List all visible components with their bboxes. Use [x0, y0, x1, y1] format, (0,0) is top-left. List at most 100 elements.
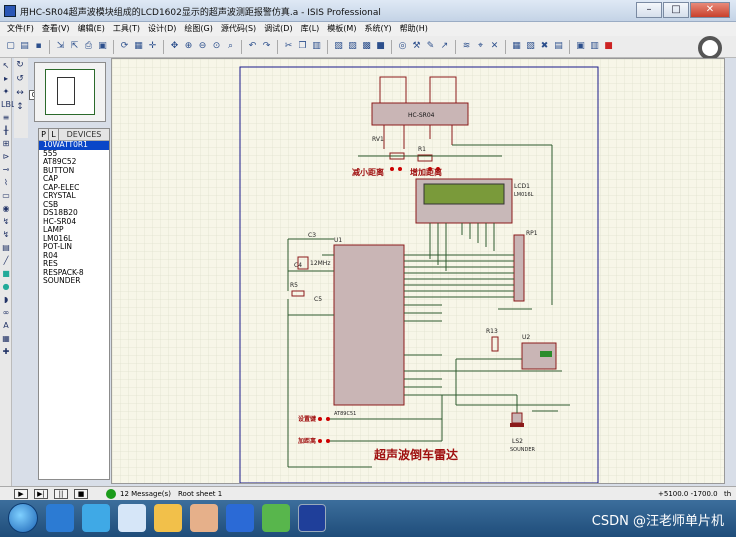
pick-devices-button[interactable]: P [39, 129, 49, 140]
menu-template[interactable]: 模板(M) [324, 22, 359, 36]
print-icon[interactable]: ⎙ [82, 40, 95, 53]
generator-icon[interactable]: ◉ [1, 203, 11, 214]
block-copy-icon[interactable]: ▧ [332, 40, 345, 53]
block-delete-icon[interactable]: ■ [374, 40, 387, 53]
cut-icon[interactable]: ✂ [282, 40, 295, 53]
junction-dot-icon[interactable]: ✦ [1, 86, 11, 97]
zoom-all-icon[interactable]: ⊙ [210, 40, 223, 53]
stop-button[interactable]: ■ [74, 489, 88, 499]
browser-icon[interactable] [82, 504, 110, 532]
path-icon[interactable]: ∞ [1, 307, 11, 318]
new-file-icon[interactable]: ▢ [4, 40, 17, 53]
origin-icon[interactable]: ✛ [146, 40, 159, 53]
print-area-icon[interactable]: ▣ [96, 40, 109, 53]
remove-sheet-icon[interactable]: ▧ [524, 40, 537, 53]
property-assign-icon[interactable]: ✕ [488, 40, 501, 53]
paste-icon[interactable]: ▥ [310, 40, 323, 53]
wire-label-icon[interactable]: LBL [1, 99, 15, 110]
tape-recorder-icon[interactable]: ▭ [1, 190, 11, 201]
block-rotate-icon[interactable]: ▩ [360, 40, 373, 53]
chat-icon[interactable] [262, 504, 290, 532]
isis-icon[interactable] [298, 504, 326, 532]
menu-file[interactable]: 文件(F) [4, 22, 37, 36]
rotate-cw-icon[interactable]: ↻ [14, 58, 26, 72]
virtual-instrument-icon[interactable]: ▤ [1, 242, 11, 253]
arc-icon[interactable]: ◗ [1, 294, 11, 305]
open-folder-icon[interactable]: ▤ [18, 40, 31, 53]
maximize-button[interactable]: □ [663, 2, 689, 18]
menu-tools[interactable]: 工具(T) [110, 22, 143, 36]
menu-source[interactable]: 源代码(S) [218, 22, 259, 36]
pause-button[interactable]: || [54, 489, 68, 499]
voltage-probe-icon[interactable]: ↯ [1, 216, 11, 227]
terminal-icon[interactable]: ⊳ [1, 151, 11, 162]
selection-mode-icon[interactable]: ↖ [1, 60, 11, 71]
graph-icon[interactable]: ⌇ [1, 177, 11, 188]
block-move-icon[interactable]: ▨ [346, 40, 359, 53]
play-button[interactable]: ▶ [14, 489, 28, 499]
erc-icon[interactable]: ▣ [574, 40, 587, 53]
app-icon-2[interactable] [118, 504, 146, 532]
r1-label: R1 [418, 146, 426, 153]
undo-icon[interactable]: ↶ [246, 40, 259, 53]
netlist-icon[interactable]: ▥ [588, 40, 601, 53]
start-button[interactable] [8, 503, 38, 533]
make-device-icon[interactable]: ⚒ [410, 40, 423, 53]
ie-icon[interactable] [46, 504, 74, 532]
marker-icon[interactable]: ✚ [1, 346, 11, 357]
zoom-in-icon[interactable]: ⊕ [182, 40, 195, 53]
subcircuit-icon[interactable]: ⊞ [1, 138, 11, 149]
menu-graph[interactable]: 绘图(G) [181, 22, 215, 36]
pick-device-icon[interactable]: ◎ [396, 40, 409, 53]
bom-icon[interactable]: ▤ [552, 40, 565, 53]
circle-icon[interactable]: ● [1, 281, 11, 292]
grid-icon[interactable]: ▦ [132, 40, 145, 53]
text-script-icon[interactable]: ≡ [1, 112, 11, 123]
messages-count[interactable]: 12 Message(s) [120, 489, 171, 499]
menu-debug[interactable]: 调试(D) [261, 22, 295, 36]
zoom-area-icon[interactable]: ⌕ [224, 40, 237, 53]
close-button[interactable]: ✕ [690, 2, 730, 18]
word-icon[interactable] [226, 504, 254, 532]
search-icon[interactable]: ⌖ [474, 40, 487, 53]
new-sheet-icon[interactable]: ▦ [510, 40, 523, 53]
rotate-ccw-icon[interactable]: ↺ [14, 72, 26, 86]
wire-autorouter-icon[interactable]: ≋ [460, 40, 473, 53]
ares-icon[interactable]: ■ [602, 40, 615, 53]
redo-icon[interactable]: ↷ [260, 40, 273, 53]
mirror-x-icon[interactable]: ↔ [14, 86, 26, 100]
box-icon[interactable]: ■ [1, 268, 11, 279]
bus-icon[interactable]: ╫ [1, 125, 11, 136]
step-button[interactable]: ▶| [34, 489, 48, 499]
symbol-icon[interactable]: ▦ [1, 333, 11, 344]
line-icon[interactable]: ╱ [1, 255, 11, 266]
minimize-button[interactable]: – [636, 2, 662, 18]
menu-view[interactable]: 查看(V) [39, 22, 73, 36]
exit-to-parent-icon[interactable]: ✖ [538, 40, 551, 53]
folder-icon[interactable] [154, 504, 182, 532]
user-icon[interactable] [190, 504, 218, 532]
copy-icon[interactable]: ❐ [296, 40, 309, 53]
device-item[interactable]: SOUNDER [39, 276, 109, 286]
overview-window[interactable] [34, 62, 106, 122]
pan-icon[interactable]: ✥ [168, 40, 181, 53]
menu-system[interactable]: 系统(Y) [361, 22, 394, 36]
import-icon[interactable]: ⇲ [54, 40, 67, 53]
library-manager-button[interactable]: L [49, 129, 59, 140]
current-probe-icon[interactable]: ↯ [1, 229, 11, 240]
menu-edit[interactable]: 编辑(E) [75, 22, 108, 36]
device-pin-icon[interactable]: ⊸ [1, 164, 11, 175]
schematic-canvas[interactable]: HC-SR04 RV1 R1 减小距离 增加距离 LCD1 LM016L RP1… [111, 58, 725, 484]
redraw-icon[interactable]: ⟳ [118, 40, 131, 53]
component-mode-icon[interactable]: ▸ [1, 73, 11, 84]
zoom-out-icon[interactable]: ⊖ [196, 40, 209, 53]
menu-library[interactable]: 库(L) [298, 22, 323, 36]
menu-help[interactable]: 帮助(H) [397, 22, 431, 36]
menu-design[interactable]: 设计(D) [145, 22, 179, 36]
save-icon[interactable]: ▪ [32, 40, 45, 53]
text-icon[interactable]: A [1, 320, 11, 331]
export-icon[interactable]: ⇱ [68, 40, 81, 53]
mirror-y-icon[interactable]: ↕ [14, 100, 26, 114]
packaging-icon[interactable]: ✎ [424, 40, 437, 53]
decompose-icon[interactable]: ↗ [438, 40, 451, 53]
